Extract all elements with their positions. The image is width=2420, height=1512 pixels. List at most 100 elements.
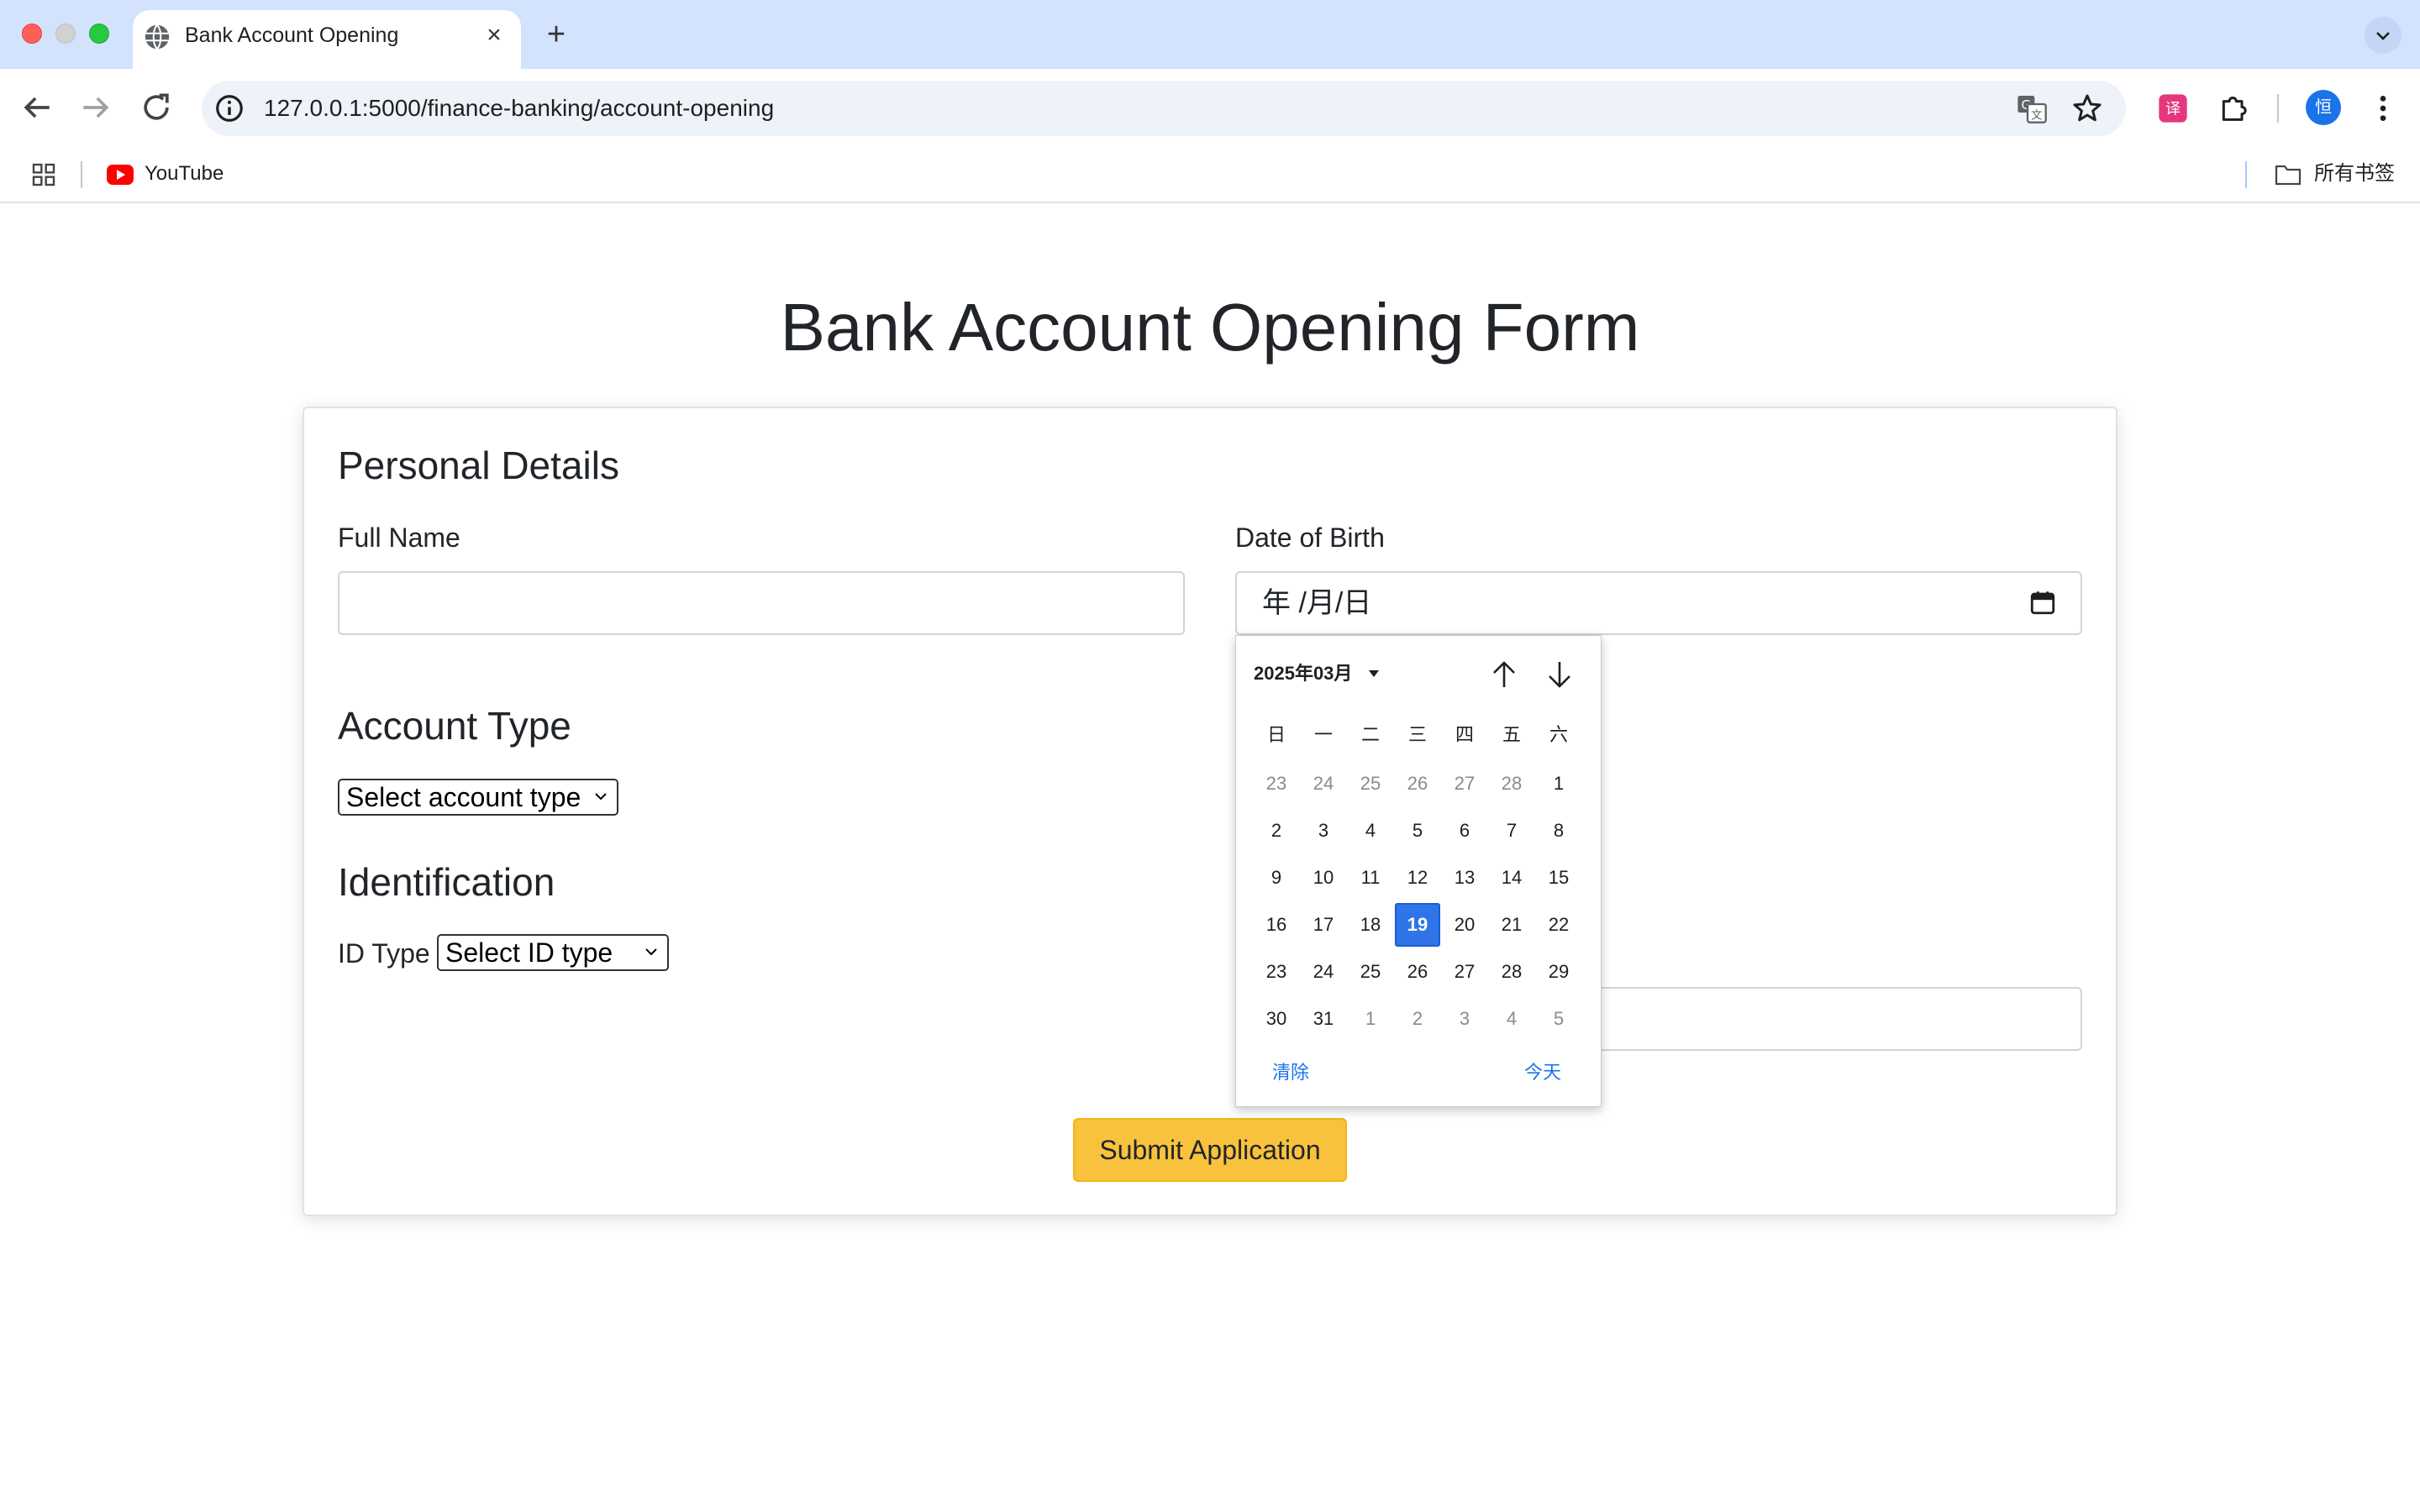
id-type-label: ID Type: [338, 938, 430, 969]
window-minimize-button[interactable]: [55, 24, 76, 44]
toolbar-divider: [2277, 94, 2279, 123]
picker-day[interactable]: 27: [1442, 950, 1487, 994]
bookmark-youtube[interactable]: YouTube: [145, 160, 224, 188]
picker-day[interactable]: 2: [1395, 997, 1440, 1041]
picker-day[interactable]: 23: [1254, 762, 1299, 806]
youtube-icon[interactable]: [106, 164, 134, 186]
account-type-select-value: Select account type: [346, 782, 581, 812]
profile-avatar[interactable]: 恒: [2306, 90, 2341, 125]
submit-application-button[interactable]: Submit Application: [1073, 1118, 1347, 1182]
tab-search-icon[interactable]: [2365, 17, 2402, 54]
forward-icon[interactable]: [77, 89, 114, 126]
picker-day[interactable]: 5: [1395, 809, 1440, 853]
picker-day[interactable]: 29: [1536, 950, 1581, 994]
svg-text:译: 译: [2165, 101, 2181, 118]
back-icon[interactable]: [18, 89, 55, 126]
svg-text:文: 文: [2031, 109, 2042, 123]
picker-day[interactable]: 8: [1536, 809, 1581, 853]
account-type-select[interactable]: Select account type: [338, 779, 618, 816]
picker-day[interactable]: 15: [1536, 856, 1581, 900]
picker-day[interactable]: 23: [1254, 950, 1299, 994]
picker-day[interactable]: 20: [1442, 903, 1487, 947]
picker-day[interactable]: 3: [1442, 997, 1487, 1041]
picker-day[interactable]: 26: [1395, 950, 1440, 994]
tab-title: Bank Account Opening: [185, 24, 399, 47]
picker-weekday: 四: [1455, 724, 1474, 745]
picker-day-selected[interactable]: 19: [1395, 903, 1440, 947]
picker-day[interactable]: 28: [1489, 950, 1534, 994]
page-title: Bank Account Opening Form: [780, 290, 1640, 365]
date-of-birth-label: Date of Birth: [1235, 522, 1385, 553]
bookmarks-divider-right: [2245, 161, 2247, 188]
picker-day[interactable]: 6: [1442, 809, 1487, 853]
all-bookmarks-label[interactable]: 所有书签: [2314, 160, 2395, 188]
translate-icon[interactable]: G 文: [2015, 92, 2049, 125]
picker-day[interactable]: 10: [1301, 856, 1346, 900]
picker-month-selector[interactable]: 2025年03月: [1254, 660, 1352, 687]
window-close-button[interactable]: [22, 24, 42, 44]
picker-day[interactable]: 16: [1254, 903, 1299, 947]
caret-down-icon[interactable]: [1368, 669, 1380, 678]
picker-day[interactable]: 30: [1254, 997, 1299, 1041]
picker-day[interactable]: 31: [1301, 997, 1346, 1041]
url-text[interactable]: 127.0.0.1:5000/finance-banking/account-o…: [264, 92, 774, 125]
picker-weekday: 六: [1549, 724, 1568, 745]
picker-clear-button[interactable]: 清除: [1272, 1060, 1309, 1085]
picker-weekday: 日: [1266, 724, 1286, 745]
picker-day[interactable]: 12: [1395, 856, 1440, 900]
arrow-up-icon[interactable]: [1489, 659, 1519, 690]
full-name-label: Full Name: [338, 522, 460, 553]
date-of-birth-placeholder: 年 /月/日: [1262, 587, 1372, 619]
window-maximize-button[interactable]: [89, 24, 109, 44]
picker-day[interactable]: 9: [1254, 856, 1299, 900]
picker-day[interactable]: 25: [1348, 762, 1393, 806]
picker-weekday: 三: [1407, 724, 1427, 745]
picker-day[interactable]: 5: [1536, 997, 1581, 1041]
picker-day[interactable]: 21: [1489, 903, 1534, 947]
bookmarks-bar: [0, 146, 2420, 203]
picker-day[interactable]: 13: [1442, 856, 1487, 900]
picker-day[interactable]: 25: [1348, 950, 1393, 994]
calendar-icon[interactable]: [2028, 588, 2057, 617]
picker-weekday: 一: [1313, 724, 1333, 745]
personal-details-heading: Personal Details: [338, 444, 619, 487]
site-info-icon[interactable]: [213, 92, 245, 124]
picker-day[interactable]: 24: [1301, 762, 1346, 806]
picker-day[interactable]: 3: [1301, 809, 1346, 853]
identification-heading: Identification: [338, 860, 555, 904]
extensions-puzzle-icon[interactable]: [2217, 92, 2250, 125]
picker-day[interactable]: 1: [1348, 997, 1393, 1041]
reload-icon[interactable]: [138, 89, 175, 126]
new-tab-button[interactable]: +: [539, 18, 573, 52]
picker-day[interactable]: 4: [1489, 997, 1534, 1041]
arrow-down-icon[interactable]: [1544, 659, 1575, 690]
picker-day[interactable]: 24: [1301, 950, 1346, 994]
picker-day[interactable]: 28: [1489, 762, 1534, 806]
tab-close-icon[interactable]: ×: [481, 22, 508, 49]
picker-day[interactable]: 22: [1536, 903, 1581, 947]
picker-day[interactable]: 11: [1348, 856, 1393, 900]
chevron-down-icon: [595, 793, 607, 801]
id-type-select-value: Select ID type: [445, 937, 613, 968]
picker-day[interactable]: 14: [1489, 856, 1534, 900]
picker-day[interactable]: 26: [1395, 762, 1440, 806]
more-menu-icon[interactable]: [2366, 92, 2400, 125]
picker-day[interactable]: 1: [1536, 762, 1581, 806]
chevron-down-icon: [645, 948, 657, 956]
account-type-heading: Account Type: [338, 704, 571, 748]
picker-day[interactable]: 7: [1489, 809, 1534, 853]
folder-icon[interactable]: [2274, 162, 2302, 187]
picker-weekday: 五: [1502, 724, 1521, 745]
picker-day[interactable]: 2: [1254, 809, 1299, 853]
picker-day[interactable]: 17: [1301, 903, 1346, 947]
globe-icon: [145, 24, 170, 50]
extension-translate-icon[interactable]: 译: [2156, 92, 2190, 125]
picker-day[interactable]: 27: [1442, 762, 1487, 806]
picker-day[interactable]: 18: [1348, 903, 1393, 947]
bookmark-star-icon[interactable]: [2070, 92, 2104, 125]
full-name-input[interactable]: [338, 571, 1185, 635]
picker-day[interactable]: 4: [1348, 809, 1393, 853]
apps-grid-icon[interactable]: [30, 161, 57, 188]
id-type-select[interactable]: Select ID type: [437, 934, 669, 971]
picker-today-button[interactable]: 今天: [1524, 1060, 1561, 1085]
